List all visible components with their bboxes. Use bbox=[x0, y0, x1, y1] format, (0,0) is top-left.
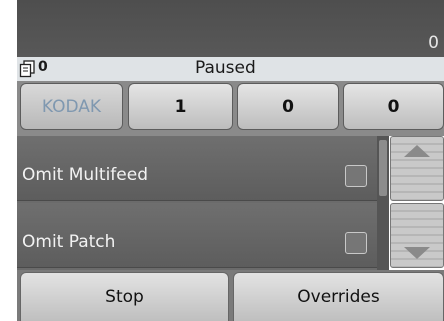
counter-button-2[interactable]: 0 bbox=[237, 83, 339, 130]
option-row-omit-multifeed[interactable]: Omit Multifeed bbox=[17, 136, 377, 201]
stop-button[interactable]: Stop bbox=[20, 272, 229, 321]
option-label: Omit Patch bbox=[22, 232, 116, 252]
bottom-bar: Stop Overrides bbox=[17, 270, 444, 321]
top-bar: 0 bbox=[17, 0, 444, 57]
omit-patch-checkbox[interactable] bbox=[345, 232, 367, 254]
counter-button-3[interactable]: 0 bbox=[343, 83, 444, 130]
scanner-screen: 0 0 Paused KODAK 1 0 0 Omit Multifeed Om… bbox=[17, 0, 444, 321]
scrollbar[interactable] bbox=[377, 136, 389, 270]
counter-bar: KODAK 1 0 0 bbox=[17, 81, 444, 136]
document-count: 0 bbox=[38, 59, 48, 75]
omit-multifeed-checkbox[interactable] bbox=[345, 165, 367, 187]
counter-button-1[interactable]: 1 bbox=[128, 83, 233, 130]
option-row-omit-patch[interactable]: Omit Patch bbox=[17, 203, 377, 268]
option-label: Omit Multifeed bbox=[22, 165, 148, 185]
scan-status: Paused bbox=[195, 58, 256, 78]
arrow-down-icon bbox=[404, 247, 430, 259]
scroll-up-button[interactable] bbox=[390, 136, 444, 201]
header-count: 0 bbox=[428, 33, 439, 53]
options-list: Omit Multifeed Omit Patch bbox=[17, 136, 389, 270]
arrow-up-icon bbox=[404, 145, 430, 157]
overrides-button[interactable]: Overrides bbox=[233, 272, 444, 321]
status-bar: 0 Paused bbox=[17, 57, 444, 81]
kodak-button[interactable]: KODAK bbox=[20, 83, 123, 130]
document-stack-icon bbox=[19, 60, 35, 78]
scroll-down-button[interactable] bbox=[390, 203, 444, 268]
scrollbar-thumb[interactable] bbox=[379, 140, 387, 196]
